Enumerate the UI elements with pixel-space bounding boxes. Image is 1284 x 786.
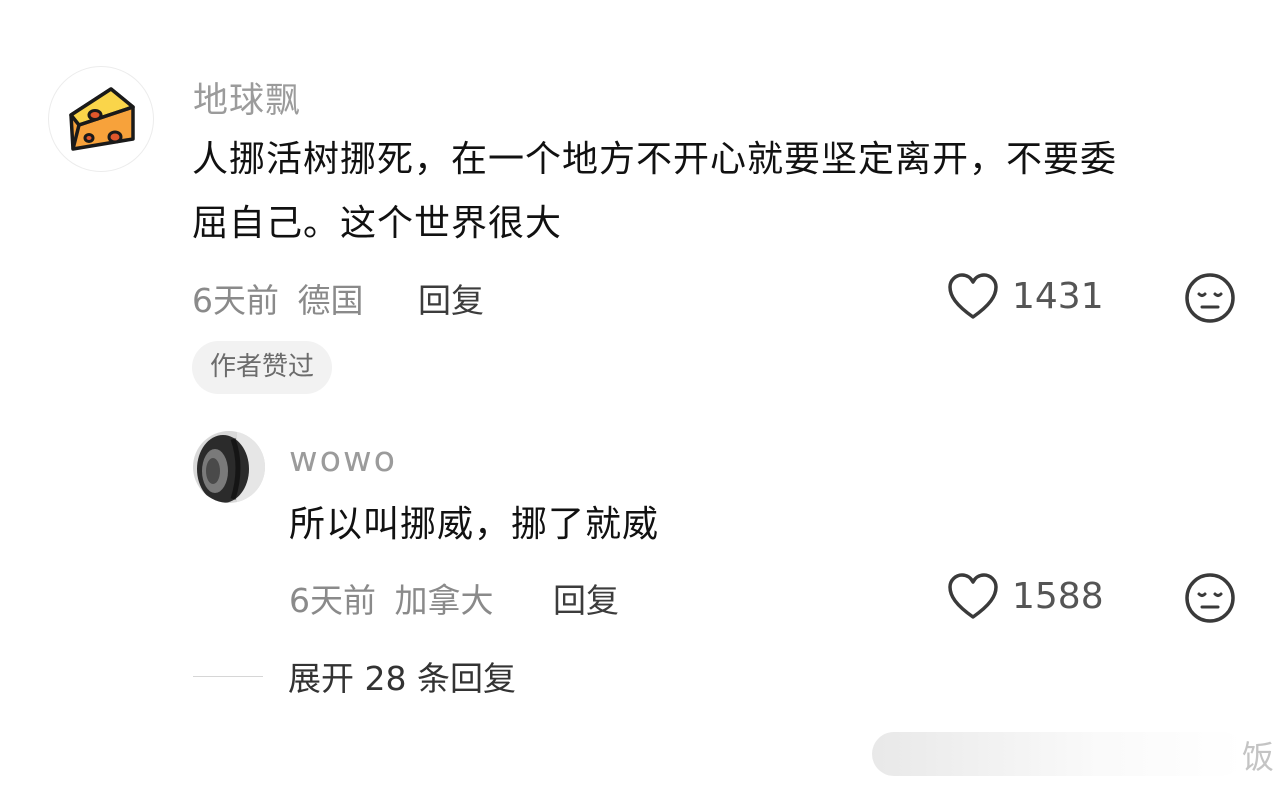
reply-username[interactable]: wowo: [289, 440, 397, 480]
heart-icon: [948, 573, 998, 619]
reply-like-count: 1588: [1012, 576, 1104, 617]
tire-photo: [193, 431, 265, 503]
reply-text: 所以叫挪威，挪了就威: [289, 504, 660, 545]
reply-time: 6天前: [289, 581, 376, 620]
meh-face-icon: [1185, 273, 1235, 323]
watermark-text: 饭: [1242, 738, 1275, 776]
reply-like-button[interactable]: [946, 572, 1000, 622]
cheese-icon: [69, 87, 135, 151]
reply-meta: 6天前 加拿大: [289, 574, 494, 622]
comment-location: 德国: [297, 281, 364, 320]
like-count: 1431: [1012, 276, 1104, 317]
comment-username[interactable]: 地球飘: [193, 72, 301, 123]
comment-text-line-1: 人挪活树挪死，在一个地方不开心就要坚定离开，不要委: [192, 139, 1118, 180]
comment-text-line-2: 屈自己。这个世界很大: [192, 203, 563, 244]
comment-time: 6天前: [192, 281, 279, 320]
like-button[interactable]: [946, 272, 1000, 322]
heart-icon: [948, 273, 998, 319]
watermark-bar: [872, 732, 1244, 776]
dislike-button[interactable]: [1184, 272, 1236, 324]
reply-reply-button[interactable]: 回复: [553, 574, 619, 622]
comment-meta: 6天前 德国: [192, 274, 364, 322]
user-avatar[interactable]: [48, 66, 154, 172]
reply-dislike-button[interactable]: [1184, 572, 1236, 624]
expand-replies-button[interactable]: 展开 28 条回复: [288, 652, 516, 700]
author-liked-badge: 作者赞过: [192, 341, 333, 394]
comment-reply-button[interactable]: 回复: [418, 274, 484, 322]
comment-text: 人挪活树挪死，在一个地方不开心就要坚定离开，不要委 屈自己。这个世界很大: [192, 128, 1252, 256]
expand-divider: [193, 676, 263, 677]
reply-avatar[interactable]: [193, 431, 265, 503]
meh-face-icon: [1185, 573, 1235, 623]
reply-location: 加拿大: [394, 581, 494, 620]
